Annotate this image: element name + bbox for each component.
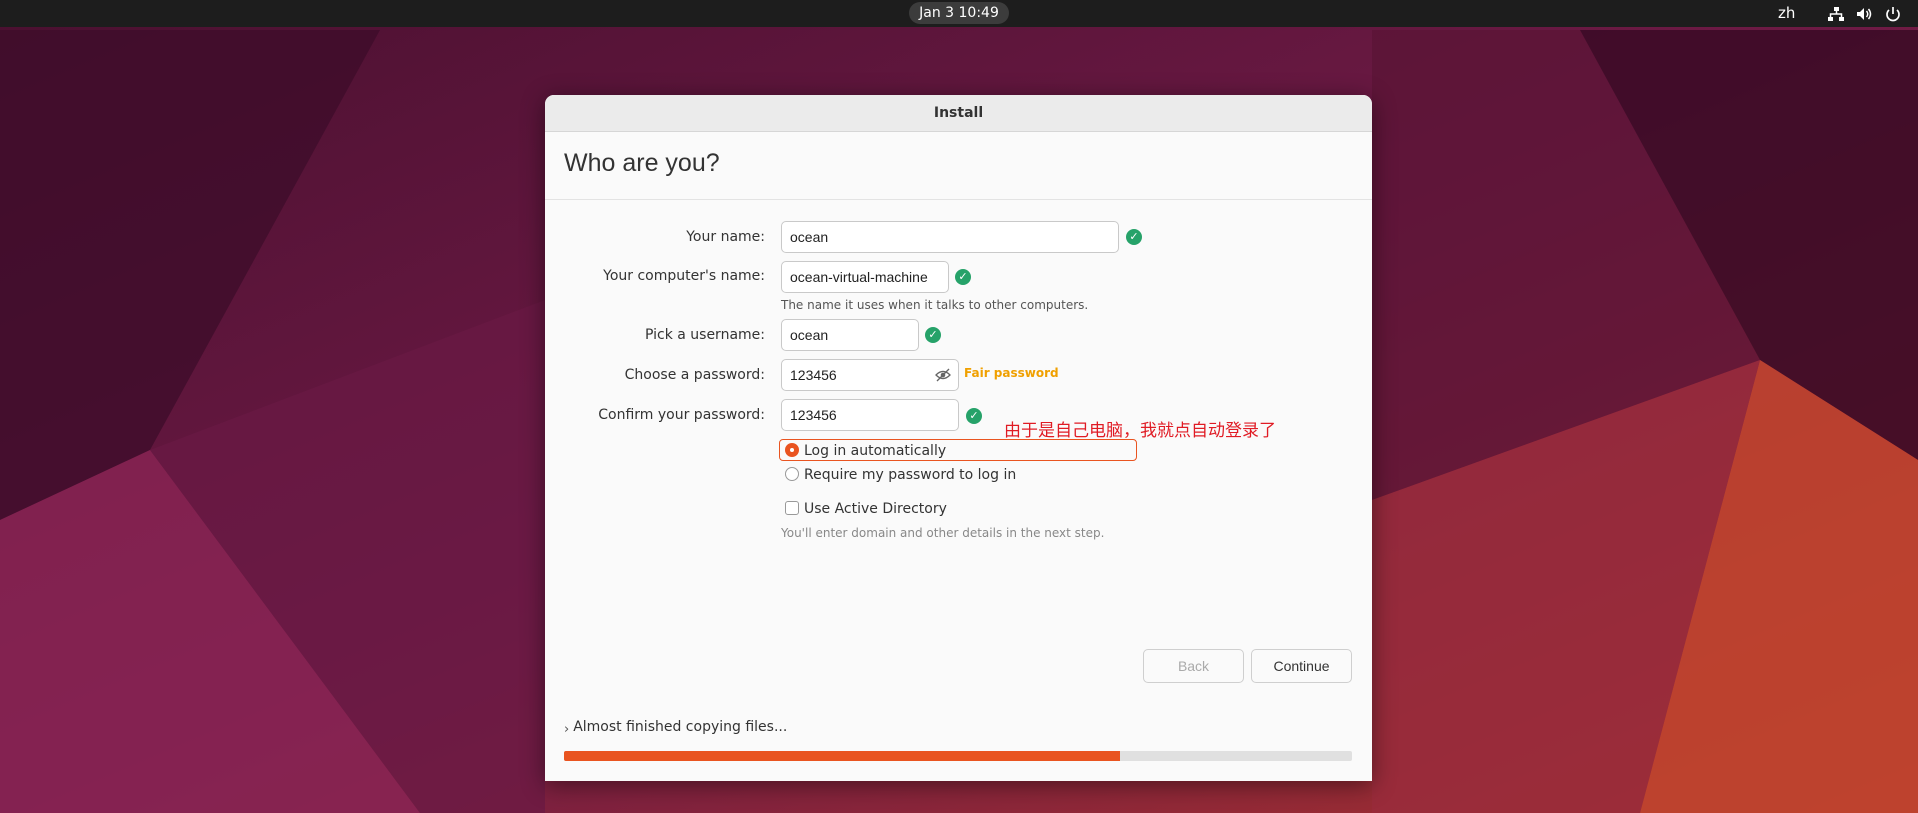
username-input[interactable] bbox=[781, 319, 919, 351]
your-name-label: Your name: bbox=[686, 229, 765, 245]
page-title: Who are you? bbox=[564, 149, 720, 177]
password-input[interactable] bbox=[781, 359, 959, 391]
checkbox-icon[interactable] bbox=[785, 501, 799, 515]
chevron-right-icon: › bbox=[564, 722, 570, 737]
window-title: Install bbox=[545, 95, 1372, 132]
continue-button[interactable]: Continue bbox=[1251, 649, 1352, 683]
eye-slash-icon[interactable] bbox=[934, 366, 952, 384]
red-annotation-text: 由于是自己电脑，我就点自动登录了 bbox=[1004, 421, 1276, 441]
radio-unselected-icon[interactable] bbox=[785, 467, 799, 481]
computer-name-label: Your computer's name: bbox=[603, 268, 765, 284]
password-label: Choose a password: bbox=[624, 367, 765, 383]
top-bar: Jan 3 10:49 zh bbox=[0, 0, 1918, 27]
radio-selected-icon[interactable] bbox=[785, 443, 799, 457]
power-icon[interactable] bbox=[1883, 4, 1903, 24]
active-directory-label: Use Active Directory bbox=[804, 501, 947, 517]
checkmark-circle-icon: ✓ bbox=[955, 269, 971, 285]
active-directory-option[interactable]: Use Active Directory bbox=[780, 498, 947, 520]
back-button[interactable]: Back bbox=[1143, 649, 1244, 683]
password-strength-label: Fair password bbox=[964, 366, 1059, 380]
checkmark-circle-icon: ✓ bbox=[925, 327, 941, 343]
installer-window: Install Who are you? Your name: ✓ Your c… bbox=[545, 95, 1372, 781]
login-automatically-label: Log in automatically bbox=[804, 443, 947, 459]
checkmark-circle-icon: ✓ bbox=[966, 408, 982, 424]
install-progress-fill bbox=[564, 751, 1120, 761]
clock-button[interactable]: Jan 3 10:49 bbox=[909, 2, 1009, 24]
checkmark-circle-icon: ✓ bbox=[1126, 229, 1142, 245]
install-status-expander[interactable]: › Almost finished copying files... bbox=[564, 719, 788, 737]
active-directory-hint: You'll enter domain and other details in… bbox=[781, 526, 1105, 540]
your-name-input[interactable] bbox=[781, 221, 1119, 253]
speaker-icon[interactable] bbox=[1854, 4, 1874, 24]
require-password-option[interactable]: Require my password to log in bbox=[780, 464, 1016, 486]
network-wired-icon[interactable] bbox=[1826, 4, 1846, 24]
username-label: Pick a username: bbox=[644, 327, 765, 343]
confirm-password-input[interactable] bbox=[781, 399, 959, 431]
input-language-indicator[interactable]: zh bbox=[1778, 0, 1795, 27]
confirm-password-label: Confirm your password: bbox=[598, 407, 765, 423]
header-divider bbox=[545, 199, 1372, 200]
install-status-text: Almost finished copying files... bbox=[573, 719, 788, 735]
computer-name-input[interactable] bbox=[781, 261, 949, 293]
login-automatically-option[interactable]: Log in automatically bbox=[779, 439, 1137, 461]
install-progress-bar bbox=[564, 751, 1352, 761]
require-password-label: Require my password to log in bbox=[804, 467, 1017, 483]
computer-name-hint: The name it uses when it talks to other … bbox=[781, 298, 1089, 312]
